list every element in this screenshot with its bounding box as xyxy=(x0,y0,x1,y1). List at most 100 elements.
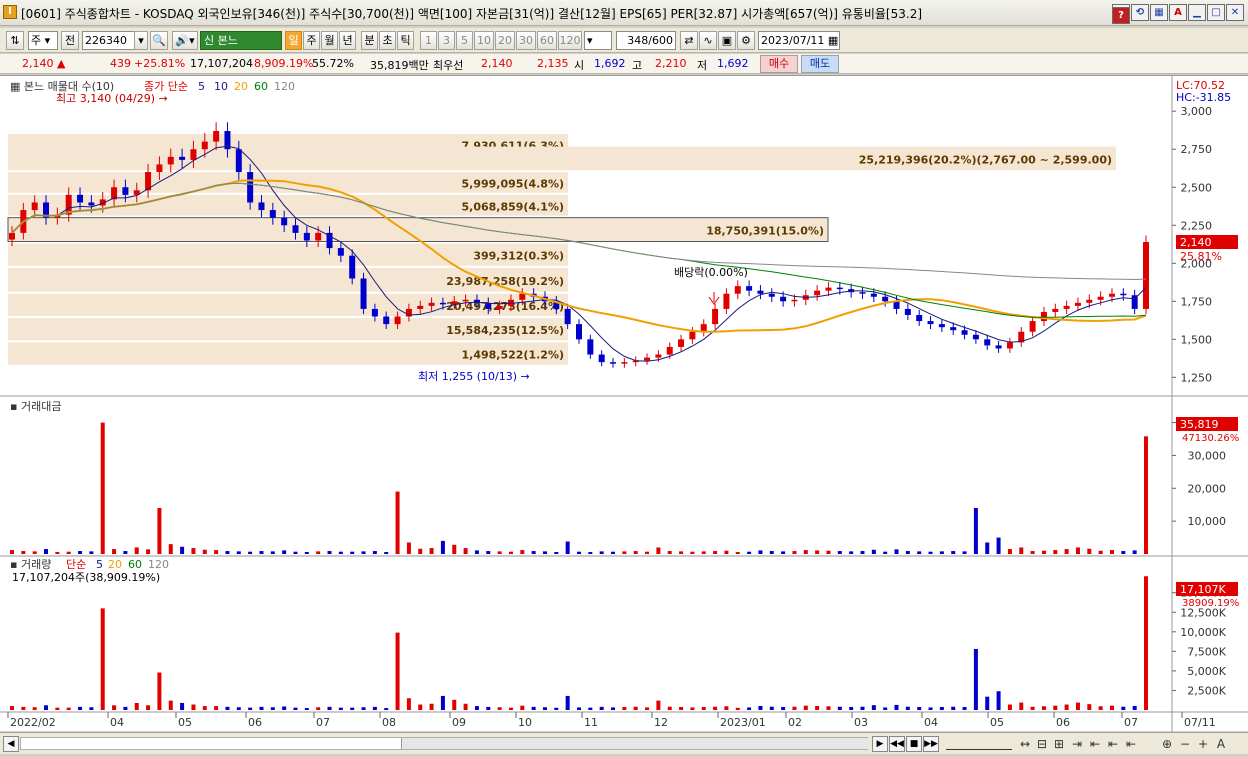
swap-icon[interactable]: ⇄ xyxy=(680,31,698,50)
date-tick-label: 02 xyxy=(788,716,802,729)
volume-summary: 17,107,204주(38,909.19%) xyxy=(12,571,160,584)
zoom-slider[interactable] xyxy=(946,737,1012,750)
step-back-icon[interactable]: ⇤ xyxy=(1106,737,1120,751)
app-icon: I xyxy=(3,5,17,19)
tab-week[interactable]: 주 xyxy=(303,31,320,50)
interval-20[interactable]: 20 xyxy=(495,31,515,50)
sell-button[interactable]: 매도 xyxy=(801,55,839,73)
refresh-icon[interactable]: ⟲ xyxy=(1131,4,1149,21)
link-icon[interactable]: ⇅ xyxy=(6,31,24,50)
window-controls: ⊟ ⟲ ▦ A ? ▁ □ ✕ xyxy=(1112,4,1244,24)
volume-bar xyxy=(497,707,502,710)
interval-60[interactable]: 60 xyxy=(537,31,557,50)
tab-tick[interactable]: 틱 xyxy=(397,31,414,50)
horizontal-scrollbar[interactable] xyxy=(20,737,869,750)
stop-icon[interactable]: ■ xyxy=(906,736,922,752)
volume-profile-label: 15,584,235(12.5%) xyxy=(446,324,564,337)
zoom-in-icon[interactable]: + xyxy=(1196,737,1210,751)
ask-price: 2,140 xyxy=(481,57,513,70)
maximize-button[interactable]: □ xyxy=(1207,4,1225,21)
interval-1[interactable]: 1 xyxy=(420,31,437,50)
stock-code-value: 226340 xyxy=(85,34,127,47)
help-icon[interactable]: ? xyxy=(1112,7,1130,24)
volume-bar xyxy=(1087,704,1092,710)
volume-profile-label: 399,312(0.3%) xyxy=(473,250,564,263)
volume-bar xyxy=(849,707,854,710)
scrollbar-thumb[interactable] xyxy=(401,738,869,749)
volume-bar xyxy=(701,707,706,710)
volume-bar xyxy=(826,706,831,710)
scroll-left-icon[interactable]: ◀ xyxy=(3,736,19,752)
market-select[interactable]: 주 ▾ xyxy=(28,31,58,50)
tab-minute[interactable]: 분 xyxy=(361,31,378,50)
font-icon[interactable]: A xyxy=(1169,4,1187,21)
play-icon[interactable]: ▶ xyxy=(872,736,888,752)
volume-bar xyxy=(985,696,990,710)
buy-button[interactable]: 매수 xyxy=(760,55,798,73)
volume-bar xyxy=(622,707,627,710)
value-bar xyxy=(66,551,71,554)
value-bar xyxy=(10,550,14,554)
zoom-out-icon[interactable]: − xyxy=(1178,737,1192,751)
search-icon[interactable]: 🔍 xyxy=(150,31,168,50)
interval-input[interactable]: ▾ xyxy=(584,31,612,50)
expand-icon[interactable]: ⊞ xyxy=(1052,737,1066,751)
price-tick-label: 1,500 xyxy=(1181,333,1213,346)
candle-body xyxy=(587,339,594,355)
volume-bar xyxy=(191,704,196,710)
stock-name-display[interactable]: 신 본느 xyxy=(200,31,282,50)
volume-bar xyxy=(1030,706,1035,710)
save-icon[interactable]: ▣ xyxy=(718,31,736,50)
fast-forward-icon[interactable]: ▶▶ xyxy=(923,736,939,752)
settings-icon[interactable]: ⚙ xyxy=(737,31,755,50)
volume-bar xyxy=(1053,705,1058,710)
grid-icon[interactable]: ▦ xyxy=(1150,4,1168,21)
value-bar xyxy=(679,551,684,554)
value-tick-label: 20,000 xyxy=(1188,482,1227,495)
interval-120[interactable]: 120 xyxy=(558,31,582,50)
search-zoom-icon[interactable]: ⊕ xyxy=(1160,737,1174,751)
rewind-icon[interactable]: ◀◀ xyxy=(889,736,905,752)
chart-canvas[interactable]: ▦ 본느 매물대 수(10) 종가 단순 5 10 20 60 120 LC:7… xyxy=(0,76,1248,732)
chart-area[interactable]: ▦ 본느 매물대 수(10) 종가 단순 5 10 20 60 120 LC:7… xyxy=(0,75,1248,732)
date-input[interactable]: 2023/07/11 ▦ xyxy=(758,31,840,50)
date-value: 2023/07/11 xyxy=(761,34,825,47)
value-bar xyxy=(1121,551,1126,554)
jump-start-icon[interactable]: ⇤ xyxy=(1088,737,1102,751)
jump-end-icon[interactable]: ⇥ xyxy=(1070,737,1084,751)
tab-year[interactable]: 년 xyxy=(339,31,356,50)
candle-body xyxy=(791,299,798,302)
candle-body xyxy=(213,130,220,142)
close-button[interactable]: ✕ xyxy=(1226,4,1244,21)
chart-type-icon[interactable]: ∿ xyxy=(699,31,717,50)
interval-3[interactable]: 3 xyxy=(438,31,455,50)
interval-10[interactable]: 10 xyxy=(474,31,494,50)
zoom-fit-icon[interactable]: ↔ xyxy=(1018,737,1032,751)
interval-5[interactable]: 5 xyxy=(456,31,473,50)
volume-bar xyxy=(486,706,491,710)
count-input[interactable]: 348/600 xyxy=(616,31,676,50)
change-percent: +25.81% xyxy=(134,57,186,70)
candle-body xyxy=(916,315,923,322)
tab-day[interactable]: 일 xyxy=(285,31,302,50)
all-button[interactable]: 전 xyxy=(61,31,79,50)
collapse-icon[interactable]: ⊟ xyxy=(1035,737,1049,751)
candle-body xyxy=(88,202,95,206)
font-size-icon[interactable]: A xyxy=(1214,737,1228,751)
tab-month[interactable]: 월 xyxy=(321,31,338,50)
tab-second[interactable]: 초 xyxy=(379,31,396,50)
volume-bar xyxy=(248,707,253,710)
value-bar xyxy=(803,550,808,554)
value-bar xyxy=(996,537,1001,554)
speaker-icon[interactable]: 🔊▾ xyxy=(172,31,198,50)
interval-30[interactable]: 30 xyxy=(516,31,536,50)
step-back2-icon[interactable]: ⇤ xyxy=(1124,737,1138,751)
candle-body xyxy=(77,194,84,203)
date-tick-label: 2022/02 xyxy=(10,716,56,729)
volume-bar xyxy=(894,704,899,710)
minimize-button[interactable]: ▁ xyxy=(1188,4,1206,21)
volume-ma5-label: 5 xyxy=(96,558,103,571)
price-value: 2,140 xyxy=(22,57,54,70)
current-price-text: 2,140 xyxy=(1180,236,1212,249)
code-dropdown-icon[interactable]: ▾ xyxy=(134,31,148,50)
